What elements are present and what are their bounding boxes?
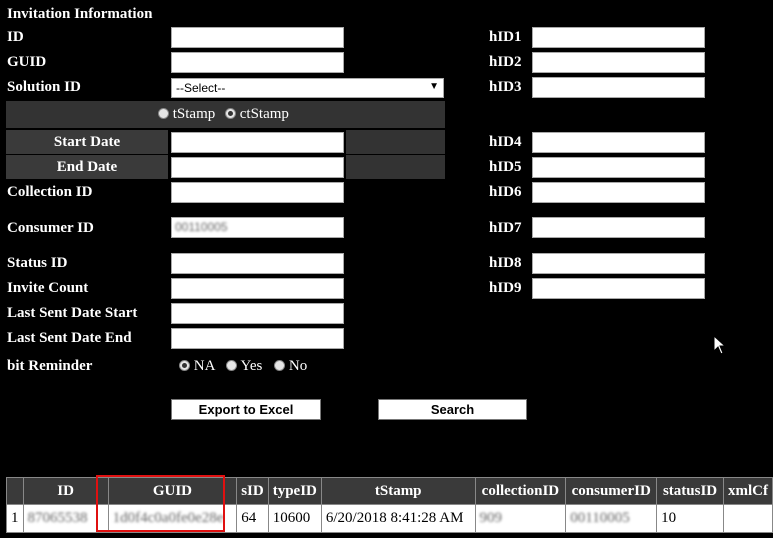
export-to-excel-button[interactable]: Export to Excel — [171, 399, 321, 420]
hid8-input[interactable] — [532, 253, 705, 274]
collection-id-label: Collection ID — [7, 184, 93, 200]
bit-reminder-no-radio[interactable] — [274, 360, 286, 371]
results-table: ID GUID sID typeID tStamp collectionID c… — [6, 477, 773, 533]
last-sent-start-label: Last Sent Date Start — [7, 305, 138, 321]
hid1-label: hID1 — [489, 29, 522, 45]
mouse-pointer-icon — [713, 335, 727, 355]
cell-xmlcf — [722, 504, 773, 533]
solution-id-label: Solution ID — [7, 79, 81, 95]
column-header-id[interactable]: ID — [22, 477, 109, 505]
cell-consumerid: 00110005 — [565, 504, 658, 533]
solution-id-selected: --Select-- — [176, 81, 226, 95]
cell-consumerid-value: 00110005 — [570, 510, 630, 526]
hid6-label: hID6 — [489, 184, 522, 200]
cell-tstamp: 6/20/2018 8:41:28 AM — [320, 504, 476, 533]
column-header-guid[interactable]: GUID — [107, 477, 238, 505]
column-header-index[interactable] — [6, 477, 24, 505]
bit-reminder-no-label: No — [288, 358, 308, 374]
bit-reminder-na-label: NA — [193, 358, 215, 374]
bit-reminder-yes-radio[interactable] — [226, 360, 238, 371]
id-input[interactable] — [171, 27, 344, 48]
status-id-label: Status ID — [7, 255, 68, 271]
dropdown-arrow-icon: ▼ — [429, 81, 439, 92]
column-header-typeid[interactable]: typeID — [267, 477, 322, 505]
last-sent-end-label: Last Sent Date End — [7, 330, 132, 346]
hid4-input[interactable] — [532, 132, 705, 153]
hid4-label: hID4 — [489, 134, 522, 150]
column-header-collectionid[interactable]: collectionID — [474, 477, 567, 505]
hid3-label: hID3 — [489, 79, 522, 95]
column-header-consumerid[interactable]: consumerID — [565, 477, 658, 505]
tstamp-radio-label: tStamp — [172, 106, 216, 122]
hid9-label: hID9 — [489, 280, 522, 296]
end-date-label: End Date — [56, 158, 118, 175]
column-header-tstamp[interactable]: tStamp — [320, 477, 476, 505]
last-sent-end-input[interactable] — [171, 328, 344, 349]
cell-guid-value: 1d0f4c0a0fe0e28e — [112, 510, 224, 526]
cell-statusid: 10 — [656, 504, 724, 533]
cell-typeid: 10600 — [267, 504, 322, 533]
ctstamp-radio[interactable] — [225, 108, 237, 119]
invite-count-label: Invite Count — [7, 280, 89, 296]
consumer-id-value: 00110005 — [175, 220, 228, 234]
bit-reminder-yes-label: Yes — [240, 358, 263, 374]
hid5-label: hID5 — [489, 159, 522, 175]
section-title: Invitation Information — [7, 6, 153, 22]
end-date-header: End Date — [6, 155, 168, 179]
cell-collectionid: 909 — [474, 504, 567, 533]
hid2-label: hID2 — [489, 54, 522, 70]
consumer-id-input[interactable]: 00110005 — [171, 217, 344, 238]
cell-guid: 1d0f4c0a0fe0e28e — [107, 504, 238, 533]
hid7-input[interactable] — [532, 217, 705, 238]
last-sent-start-input[interactable] — [171, 303, 344, 324]
hid1-input[interactable] — [532, 27, 705, 48]
consumer-id-label: Consumer ID — [7, 220, 94, 236]
collection-id-input[interactable] — [171, 182, 344, 203]
hid2-input[interactable] — [532, 52, 705, 73]
timestamp-radio-group: tStamp ctStamp — [158, 106, 289, 123]
hid3-input[interactable] — [532, 77, 705, 98]
start-date-bar-end — [346, 130, 445, 154]
cell-sid: 64 — [236, 504, 269, 533]
bit-reminder-label: bit Reminder — [7, 358, 93, 374]
end-date-input[interactable] — [171, 157, 344, 178]
id-label: ID — [7, 29, 24, 45]
status-id-input[interactable] — [171, 253, 344, 274]
tstamp-radio[interactable] — [158, 108, 169, 119]
cell-collectionid-value: 909 — [479, 510, 503, 526]
ctstamp-radio-label: ctStamp — [239, 106, 289, 122]
column-header-xmlcf[interactable]: xmlCf — [722, 477, 773, 505]
hid5-input[interactable] — [532, 157, 705, 178]
bit-reminder-radio-group: NA Yes No — [179, 358, 307, 375]
results-header-row: ID GUID sID typeID tStamp collectionID c… — [6, 477, 773, 505]
hid7-label: hID7 — [489, 220, 522, 236]
search-button[interactable]: Search — [378, 399, 527, 420]
start-date-label: Start Date — [53, 133, 121, 150]
guid-label: GUID — [7, 54, 47, 70]
end-date-bar-end — [346, 155, 445, 179]
bit-reminder-na-radio[interactable] — [179, 360, 190, 371]
cell-id: 87065538 — [22, 504, 109, 533]
hid6-input[interactable] — [532, 182, 705, 203]
table-row[interactable]: 1 87065538 1d0f4c0a0fe0e28e 64 10600 6/2… — [6, 504, 773, 533]
guid-input[interactable] — [171, 52, 344, 73]
hid9-input[interactable] — [532, 278, 705, 299]
column-header-sid[interactable]: sID — [236, 477, 269, 505]
cell-index: 1 — [6, 504, 24, 533]
start-date-input[interactable] — [171, 132, 344, 153]
solution-id-select[interactable]: --Select-- ▼ — [171, 78, 444, 98]
hid8-label: hID8 — [489, 255, 522, 271]
column-header-statusid[interactable]: statusID — [656, 477, 724, 505]
cell-id-value: 87065538 — [27, 510, 88, 526]
start-date-header: Start Date — [6, 130, 168, 154]
invite-count-input[interactable] — [171, 278, 344, 299]
